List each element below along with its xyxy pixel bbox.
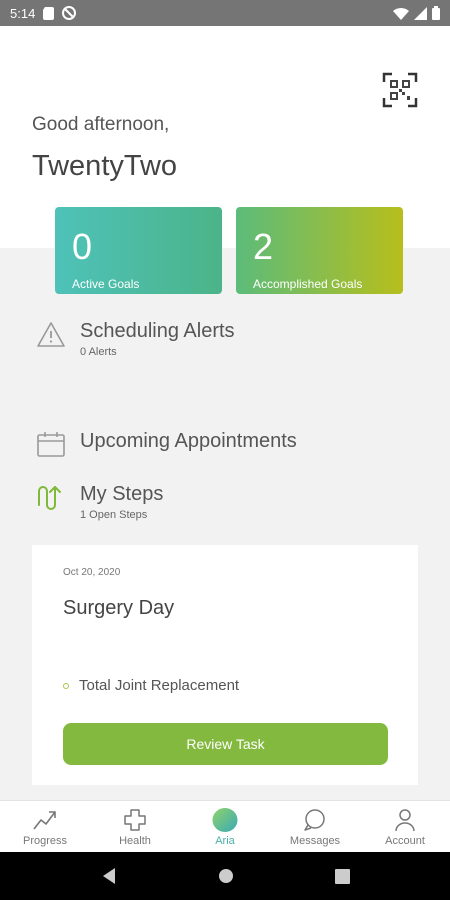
greeting-text: Good afternoon, (32, 114, 170, 135)
nav-item-aria[interactable]: Aria (180, 801, 270, 852)
review-task-button[interactable]: Review Task (63, 723, 388, 765)
accomplished-goals-count: 2 (253, 226, 274, 267)
nav-label-messages: Messages (289, 835, 341, 847)
bottom-nav: Progress Health Aria Messages Account (0, 800, 450, 852)
scheduling-alerts-count: 0 Alerts (80, 346, 117, 358)
message-bubble-icon (304, 809, 325, 831)
scheduling-alerts-section[interactable]: Scheduling Alerts 0 Alerts (36, 320, 235, 358)
warning-triangle-icon (37, 322, 65, 347)
back-icon[interactable] (101, 867, 117, 885)
scheduling-alerts-title: Scheduling Alerts (80, 320, 235, 342)
task-title: Surgery Day (63, 597, 175, 619)
home-icon[interactable] (218, 868, 234, 884)
task-tag-label: Total Joint Replacement (79, 677, 240, 694)
recents-icon[interactable] (334, 868, 350, 884)
upcoming-appointments-section[interactable]: Upcoming Appointments (36, 430, 297, 460)
upcoming-appointments-title: Upcoming Appointments (80, 430, 297, 452)
calendar-icon (37, 432, 65, 457)
nav-label-aria: Aria (215, 835, 235, 847)
active-goals-count: 0 (72, 226, 93, 267)
system-nav-bar (0, 852, 450, 900)
username-heading: TwentyTwo (32, 150, 178, 182)
qr-code-icon[interactable] (382, 72, 418, 108)
active-goals-label: Active Goals (72, 277, 140, 291)
task-card[interactable]: Oct 20, 2020 Surgery Day Total Joint Rep… (32, 545, 418, 785)
task-tag: Total Joint Replacement (63, 677, 239, 694)
my-steps-title: My Steps (80, 483, 164, 505)
sd-card-icon (43, 6, 55, 20)
nav-item-account[interactable]: Account (360, 801, 450, 852)
status-bar: 5:14 (0, 0, 450, 26)
accomplished-goals-label: Accomplished Goals (253, 277, 363, 291)
signal-icon (414, 6, 427, 20)
aria-orb-icon (212, 808, 238, 832)
nav-item-messages[interactable]: Messages (270, 801, 360, 852)
account-person-icon (395, 809, 415, 832)
battery-icon (432, 6, 440, 20)
wifi-icon (393, 7, 409, 20)
active-goals-card[interactable]: 0 Active Goals (55, 207, 222, 294)
task-date: Oct 20, 2020 (63, 567, 121, 578)
health-cross-icon (124, 809, 146, 831)
my-steps-section[interactable]: My Steps 1 Open Steps (36, 483, 163, 521)
my-steps-count: 1 Open Steps (80, 509, 148, 521)
bullet-dot-icon (63, 682, 69, 689)
nav-label-health: Health (119, 835, 151, 847)
no-disturb-icon (62, 6, 77, 20)
steps-path-icon (38, 486, 61, 510)
progress-trend-icon (33, 811, 56, 830)
nav-label-progress: Progress (22, 835, 68, 847)
nav-item-progress[interactable]: Progress (0, 801, 90, 852)
nav-label-account: Account (385, 835, 425, 847)
nav-item-health[interactable]: Health (90, 801, 180, 852)
accomplished-goals-card[interactable]: 2 Accomplished Goals (236, 207, 403, 294)
status-time: 5:14 (10, 5, 36, 21)
